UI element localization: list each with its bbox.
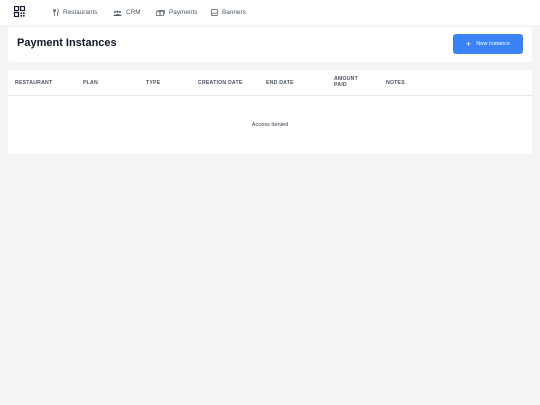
image-icon xyxy=(211,9,218,16)
nav-item-label: Restaurants xyxy=(63,9,98,16)
grid-logo-icon[interactable] xyxy=(14,6,25,17)
nav-item-crm[interactable]: CRM xyxy=(113,0,141,25)
nav-item-label: CRM xyxy=(126,9,141,16)
nav-item-label: Banners xyxy=(222,9,246,16)
column-header-amount-paid[interactable]: AMOUNT PAID xyxy=(334,76,374,88)
plus-icon: + xyxy=(465,38,472,49)
nav-item-restaurants[interactable]: Restaurants xyxy=(53,0,97,25)
new-instance-button[interactable]: + New Instance xyxy=(453,34,523,54)
table-header: RESTAURANT PLAN TYPE CREATION DATE END D… xyxy=(8,70,532,96)
column-header-restaurant[interactable]: RESTAURANT xyxy=(15,80,52,86)
users-icon xyxy=(113,10,122,16)
nav-item-payments[interactable]: Payments xyxy=(156,0,197,25)
nav-item-label: Payments xyxy=(169,9,198,16)
top-navigation: Restaurants CRM Payments Banners xyxy=(0,0,540,25)
new-instance-label: New Instance xyxy=(476,41,511,47)
column-header-plan[interactable]: PLAN xyxy=(83,80,98,86)
page-header-card: Payment Instances + New Instance xyxy=(8,27,532,62)
cash-icon xyxy=(156,9,165,16)
nav-item-banners[interactable]: Banners xyxy=(211,0,246,25)
page-title: Payment Instances xyxy=(17,37,117,49)
column-header-creation-date[interactable]: CREATION DATE xyxy=(198,80,242,86)
payment-instances-table: RESTAURANT PLAN TYPE CREATION DATE END D… xyxy=(8,70,532,154)
column-header-type[interactable]: TYPE xyxy=(146,80,160,86)
column-header-notes[interactable]: NOTES xyxy=(386,80,405,86)
access-denied-message: Access denied xyxy=(251,122,289,128)
column-header-end-date[interactable]: END DATE xyxy=(266,80,294,86)
fork-knife-icon xyxy=(53,9,59,16)
